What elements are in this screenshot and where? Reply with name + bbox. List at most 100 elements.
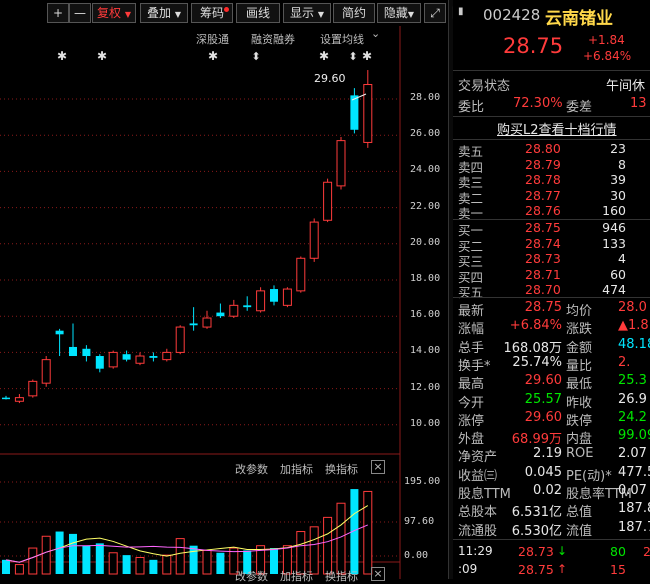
candle-body: [256, 290, 266, 312]
stat-value-2: 2.07: [618, 446, 647, 462]
candle-body: [69, 346, 77, 357]
stat-row: 最高 29.60 最低 25.3: [453, 373, 650, 393]
stat-label-2: 涨跌: [566, 322, 593, 338]
change-params-button-2[interactable]: 改参数: [235, 568, 268, 584]
updown-arrow-icon[interactable]: ⬍: [348, 50, 357, 63]
chouma-button[interactable]: 筹码: [191, 3, 233, 23]
bid-volume: 133: [602, 235, 626, 251]
tick-time: :09: [458, 562, 478, 576]
candle-body: [363, 84, 373, 143]
stat-value-2: 25.3: [618, 373, 647, 389]
event-star-icon[interactable]: ✱: [97, 49, 107, 63]
volume-bar: [82, 545, 91, 574]
stat-value: 0.045: [524, 464, 562, 480]
xianshi-dropdown[interactable]: 显示 ▼: [283, 3, 331, 23]
ask-price: 28.76: [525, 203, 561, 218]
event-star-icon[interactable]: ✱: [319, 49, 329, 63]
stat-label: 总手: [458, 340, 485, 356]
bid-volume: 60: [610, 266, 626, 282]
yincang-label: 隐藏: [383, 6, 408, 20]
menu-icon[interactable]: ▮: [458, 6, 464, 17]
stat-row: 净资产 2.19 ROE 2.07: [453, 446, 650, 466]
event-star-icon[interactable]: ✱: [208, 49, 218, 63]
candle-body: [95, 356, 104, 369]
fuquan-dropdown[interactable]: 复权 ▼: [92, 3, 136, 23]
kline-chart-area[interactable]: 深股通 融资融券 设置均线 ⌄ 28.00 26.00 24.00 22.00 20.0…: [0, 26, 448, 583]
fuquan-label: 复权: [97, 6, 122, 20]
divider: [453, 297, 650, 298]
volume-bar: [108, 552, 118, 575]
stat-label-2: 最低: [566, 377, 593, 393]
stat-value-2: 48.18: [618, 336, 650, 352]
weicha-value: 13: [630, 96, 647, 111]
stat-value: 28.75: [524, 300, 562, 315]
stat-label-2: 均价: [566, 304, 593, 319]
yincang-button[interactable]: 隐藏▼: [377, 3, 421, 23]
tick-arrow-icon: ↓: [557, 544, 568, 558]
stat-value-2: ▲1.8: [618, 318, 649, 334]
volume-bar: [309, 526, 319, 575]
volume-axis-tick: 195.00: [404, 476, 441, 487]
fullscreen-icon[interactable]: ⤢: [424, 3, 446, 23]
bid-price: 28.71: [525, 266, 561, 282]
kline-svg: ✱ ✱ ✱ ✱ ✱ ⬍ ⬍: [0, 26, 401, 579]
event-star-icon[interactable]: ✱: [57, 49, 67, 63]
volume-bar: [14, 564, 24, 575]
divider: [453, 70, 650, 71]
stat-value: 2.19: [533, 446, 562, 462]
candle-body: [229, 304, 239, 317]
tick-time: 11:29: [458, 544, 493, 558]
volume-axis-tick: 97.60: [404, 516, 435, 527]
stat-value-2: 24.2: [618, 409, 647, 425]
close-icon[interactable]: ×: [371, 460, 385, 474]
huaxian-button[interactable]: 画线: [236, 3, 280, 23]
jianyue-button[interactable]: 简约: [333, 3, 375, 23]
stat-label-2: PE(动)*: [566, 468, 612, 484]
volume-bar: [336, 502, 346, 575]
switch-indicator-button[interactable]: 换指标: [325, 461, 358, 477]
stat-label: 收益㈢: [458, 468, 498, 484]
zoom-out-button[interactable]: —: [69, 3, 91, 23]
add-indicator-button[interactable]: 加指标: [280, 461, 313, 477]
candle-body: [202, 317, 212, 328]
status-row: 交易状态 午间休: [453, 75, 650, 94]
volume-bar: [122, 555, 131, 574]
zoom-in-button[interactable]: +: [47, 3, 69, 23]
weibi-label: 委比: [458, 100, 485, 115]
volume-bar: [189, 545, 198, 574]
bid-volume: 474: [602, 282, 626, 297]
bid-price: 28.70: [525, 282, 561, 297]
change-params-button[interactable]: 改参数: [235, 461, 268, 477]
volume-bar: [202, 549, 212, 575]
bid-volume: 946: [602, 220, 626, 235]
candle-body: [270, 289, 278, 302]
stat-row: 股息TTM 0.02 股息率TTM 0.07: [453, 483, 650, 502]
tick-volume: 80: [610, 544, 626, 559]
stat-value: 6.531亿: [511, 505, 562, 521]
updown-arrow-icon[interactable]: ⬍: [251, 50, 260, 63]
ask-volume: 8: [618, 156, 626, 172]
current-price: 28.75: [503, 34, 564, 58]
stat-label: 净资产: [458, 450, 498, 466]
switch-indicator-button-2[interactable]: 换指标: [325, 568, 358, 584]
tick-arrow-icon: ↑: [557, 562, 568, 576]
candle-body: [149, 356, 158, 358]
volume-bar: [363, 490, 373, 575]
stat-label-2: ROE: [566, 446, 594, 462]
stat-row: 今开 25.57 昨收 26.9: [453, 392, 650, 411]
stat-row: 涨幅 +6.84% 涨跌 ▲1.8: [453, 318, 650, 338]
add-indicator-button-2[interactable]: 加指标: [280, 568, 313, 584]
stat-label: 总股本: [458, 505, 498, 521]
l2-link[interactable]: 购买L2查看十档行情: [497, 119, 617, 138]
volume-bar: [95, 543, 104, 574]
volume-bar: [175, 538, 185, 575]
bid-price: 28.75: [525, 220, 561, 235]
chouma-label: 筹码: [199, 6, 224, 20]
volume-bar: [135, 556, 145, 575]
candle-body: [122, 354, 131, 360]
diejia-dropdown[interactable]: 叠加 ▼: [140, 3, 188, 23]
event-star-icon[interactable]: ✱: [362, 49, 372, 63]
candle-body: [243, 305, 252, 308]
bid-volume: 4: [618, 251, 626, 266]
candle-body: [108, 351, 118, 368]
